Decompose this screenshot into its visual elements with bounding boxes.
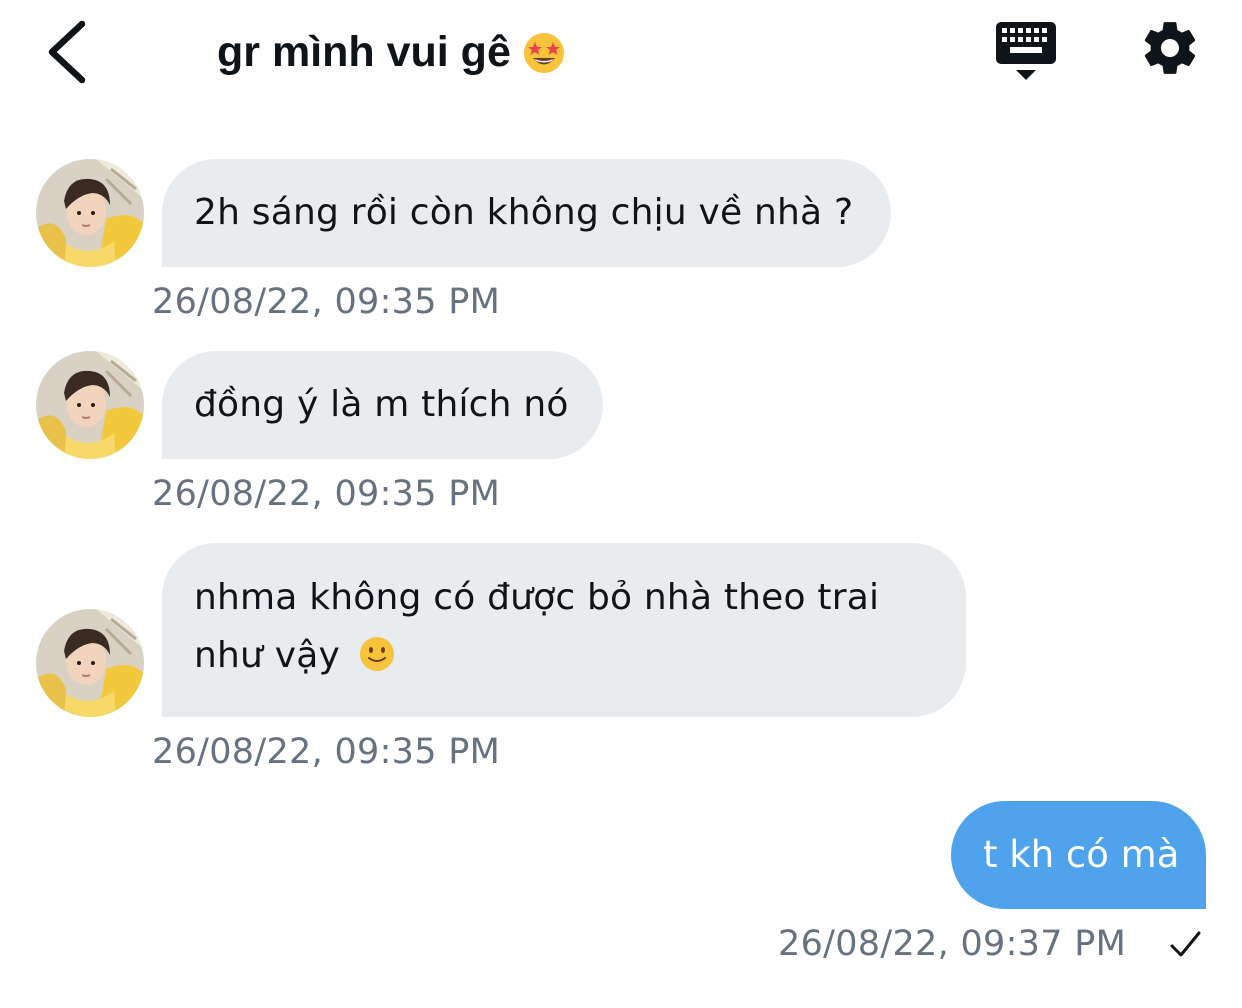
message-text: t kh có mà [983,833,1180,876]
message-bubble-incoming[interactable]: 2h sáng rồi còn không chịu về nhà ? [162,159,891,267]
conversation-title: gr mình vui gê [217,27,511,76]
message-text-line: như vậy [194,635,340,676]
conversation-title-group: gr mình vui gê [217,22,567,82]
conversation-header: gr mình vui gê [0,0,1242,110]
message-bubble-outgoing[interactable]: t kh có mà [951,801,1206,909]
settings-button[interactable] [1139,17,1201,79]
message-text: 2h sáng rồi còn không chịu về nhà ? [194,192,854,233]
keyboard-icon [996,22,1056,80]
avatar[interactable] [36,609,144,717]
message-timestamp: 26/08/22, 09:37 PM [778,924,1127,964]
gear-icon [1144,22,1196,74]
message-timestamp: 26/08/22, 09:35 PM [152,282,501,322]
star-struck-emoji-icon [523,33,564,73]
back-button[interactable] [40,18,100,84]
message-bubble-incoming[interactable]: nhma không có được bỏ nhà theo trai như … [162,543,966,717]
check-icon [1170,931,1201,957]
avatar[interactable] [36,159,144,267]
chevron-left-icon [48,20,86,84]
message-timestamp: 26/08/22, 09:35 PM [152,732,501,772]
avatar[interactable] [36,351,144,459]
message-text-line-group: như vậy [194,627,934,685]
message-text: đồng ý là m thích nó [194,384,569,425]
slightly-smiling-face-emoji-icon [359,637,394,671]
message-text-line: nhma không có được bỏ nhà theo trai [194,577,880,618]
message-timestamp: 26/08/22, 09:35 PM [152,474,501,514]
message-bubble-incoming[interactable]: đồng ý là m thích nó [162,351,603,459]
keyboard-toggle-button[interactable] [994,20,1058,82]
